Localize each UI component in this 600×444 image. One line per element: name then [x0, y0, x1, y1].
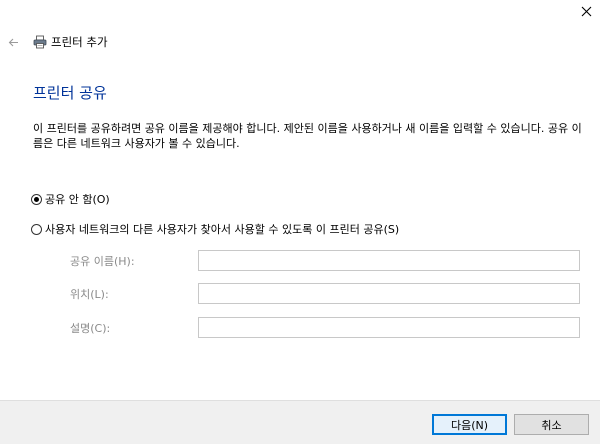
- page-description: 이 프린터를 공유하려면 공유 이름을 제공해야 합니다. 제안된 이름을 사용…: [33, 122, 582, 150]
- comment-row: 설명(C):: [70, 317, 582, 339]
- printer-icon: [33, 35, 47, 49]
- location-input[interactable]: [198, 283, 580, 304]
- radio-checked-icon: [31, 193, 42, 205]
- back-arrow-icon: [8, 33, 19, 52]
- location-label: 위치(L):: [70, 288, 109, 301]
- add-printer-window: 프린터 추가 프린터 공유 이 프린터를 공유하려면 공유 이름을 제공해야 합…: [0, 0, 600, 444]
- dialog-title: 프린터 추가: [51, 35, 108, 49]
- share-printer-radio[interactable]: 사용자 네트워크의 다른 사용자가 찾아서 사용할 수 있도록 이 프린터 공유…: [31, 221, 399, 237]
- back-button[interactable]: [5, 34, 21, 50]
- comment-label: 설명(C):: [70, 322, 111, 335]
- share-printer-label: 사용자 네트워크의 다른 사용자가 찾아서 사용할 수 있도록 이 프린터 공유…: [45, 223, 400, 236]
- page-heading: 프린터 공유: [33, 84, 107, 102]
- cancel-button[interactable]: 취소: [514, 414, 589, 435]
- close-button[interactable]: [572, 0, 600, 22]
- no-share-radio[interactable]: 공유 안 함(O): [31, 191, 110, 207]
- close-icon: [581, 2, 592, 21]
- share-name-input[interactable]: [198, 250, 580, 271]
- radio-unchecked-icon: [31, 223, 42, 235]
- title-bar: 프린터 추가: [0, 30, 600, 54]
- comment-input[interactable]: [198, 317, 580, 338]
- share-name-row: 공유 이름(H):: [70, 250, 582, 272]
- location-row: 위치(L):: [70, 283, 582, 305]
- share-name-label: 공유 이름(H):: [70, 255, 135, 268]
- no-share-label: 공유 안 함(O): [45, 193, 110, 206]
- footer-bar: 다음(N) 취소: [0, 400, 600, 444]
- next-button[interactable]: 다음(N): [432, 414, 507, 435]
